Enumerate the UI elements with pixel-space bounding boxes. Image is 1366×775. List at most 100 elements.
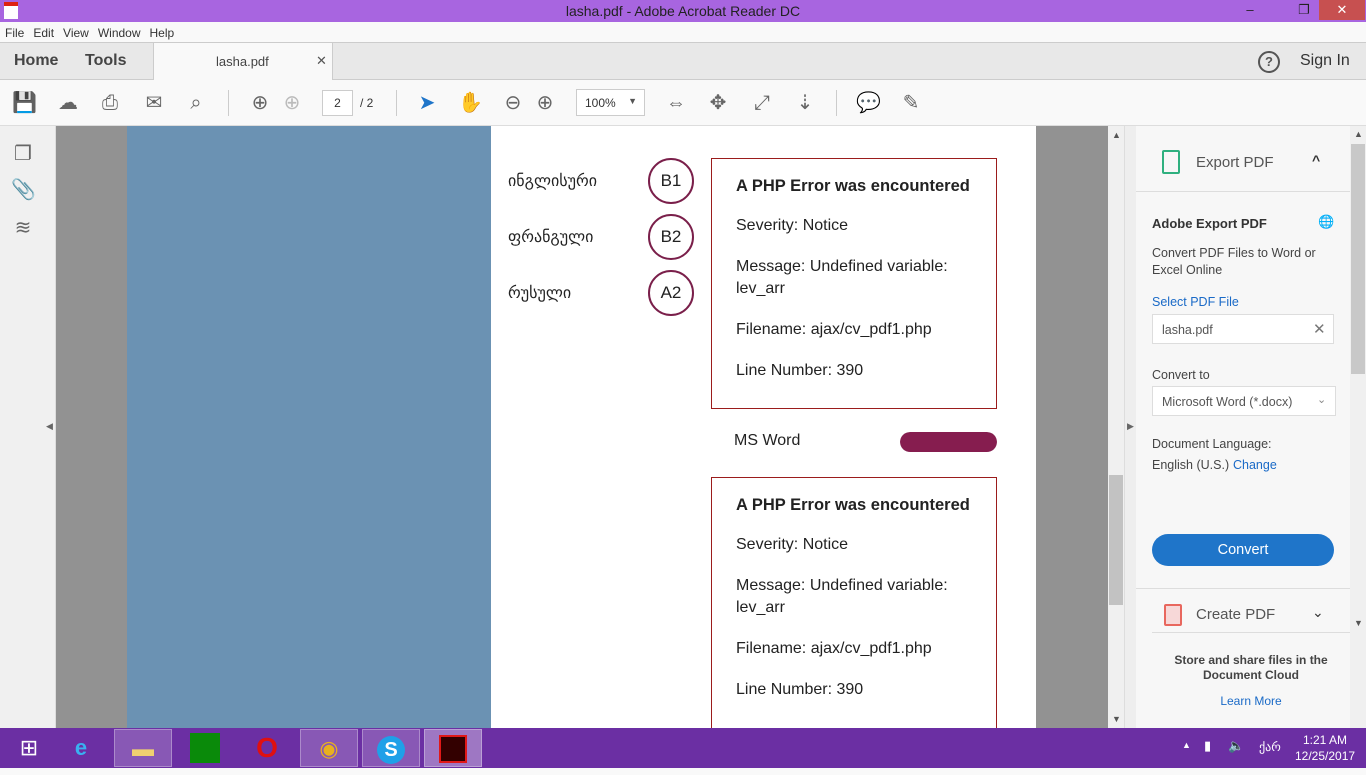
volume-icon[interactable]: 🔈 bbox=[1228, 738, 1244, 754]
opera-icon[interactable]: O bbox=[238, 729, 296, 767]
tab-tools[interactable]: Tools bbox=[85, 52, 126, 70]
change-language-link[interactable]: Change bbox=[1233, 458, 1277, 472]
fit-page-icon[interactable]: ⇔ bbox=[664, 91, 688, 115]
toolbar: 💾 ☁ ⎙ ✉ ⌕ ⊕ ⊕ 2 / 2 ➤ ✋ ⊖ ⊕ 100% ▼ ⇔ ✥ ⤢ … bbox=[0, 80, 1366, 126]
start-button-windows-icon[interactable]: ⊞ bbox=[0, 729, 58, 767]
learn-more-link[interactable]: Learn More bbox=[1160, 694, 1342, 708]
acrobat-taskbar-icon[interactable] bbox=[424, 729, 482, 767]
chevron-down-icon: ⌄ bbox=[1317, 394, 1327, 406]
select-pdf-file-link[interactable]: Select PDF File bbox=[1152, 295, 1239, 309]
clock-time[interactable]: 1:21 AM bbox=[1295, 733, 1355, 747]
attachments-icon[interactable]: 📎 bbox=[11, 178, 36, 202]
divider bbox=[1136, 191, 1350, 192]
document-language-value: English (U.S.) bbox=[1152, 458, 1230, 472]
scrollbar-thumb[interactable] bbox=[1109, 475, 1123, 605]
store-icon[interactable] bbox=[176, 729, 234, 767]
panel-scrollbar[interactable]: ▲ ▼ bbox=[1350, 126, 1366, 728]
error-severity: Severity: Notice bbox=[736, 217, 849, 234]
taskbar: ⊞ e ▬ O ◉ S ▲ ▮ 🔈 ქარ 1:21 AM 12/25/2017 bbox=[0, 728, 1366, 768]
full-screen-icon[interactable]: ⤢ bbox=[750, 91, 774, 115]
title-bar: lasha.pdf - Adobe Acrobat Reader DC – ❐ … bbox=[0, 0, 1366, 22]
cloud-upload-icon[interactable]: ☁ bbox=[56, 91, 80, 115]
divider bbox=[1152, 632, 1350, 633]
document-scrollbar[interactable]: ▲ ▼ bbox=[1108, 126, 1124, 728]
scroll-up-icon[interactable]: ▲ bbox=[1354, 129, 1363, 139]
clear-file-icon[interactable]: ✕ bbox=[1313, 320, 1326, 338]
menu-file[interactable]: File bbox=[0, 22, 28, 40]
create-pdf-title[interactable]: Create PDF bbox=[1196, 606, 1275, 623]
hand-tool-icon[interactable]: ✋ bbox=[458, 91, 483, 115]
page-total: / 2 bbox=[360, 96, 374, 110]
minimize-button[interactable]: – bbox=[1227, 0, 1273, 20]
menu-bar: File Edit View Window Help bbox=[0, 22, 1366, 43]
show-hidden-icons[interactable]: ▲ bbox=[1182, 740, 1191, 750]
internet-explorer-icon[interactable]: e bbox=[52, 729, 110, 767]
php-error-box: A PHP Error was encountered Severity: No… bbox=[711, 477, 997, 728]
battery-icon[interactable]: ▮ bbox=[1204, 738, 1211, 754]
help-icon[interactable]: ? bbox=[1258, 51, 1280, 73]
email-icon[interactable]: ✉ bbox=[142, 91, 166, 115]
tab-document[interactable]: lasha.pdf ✕ bbox=[153, 43, 333, 80]
input-language[interactable]: ქარ bbox=[1259, 740, 1281, 754]
collapse-right-pane-icon[interactable]: ▶ bbox=[1127, 421, 1134, 432]
create-pdf-icon bbox=[1164, 604, 1182, 626]
sidebar-column bbox=[127, 126, 491, 728]
zoom-select[interactable]: 100% ▼ bbox=[576, 89, 645, 116]
scroll-down-icon[interactable]: ▼ bbox=[1112, 714, 1121, 724]
skype-icon[interactable]: S bbox=[362, 729, 420, 767]
expand-left-pane-icon[interactable]: ◀ bbox=[46, 421, 53, 432]
sign-in-link[interactable]: Sign In bbox=[1300, 52, 1350, 70]
export-pdf-icon bbox=[1162, 150, 1180, 174]
scroll-mode-icon[interactable]: ⇣ bbox=[793, 91, 817, 115]
expand-section-icon[interactable]: ⌄ bbox=[1312, 604, 1324, 621]
chrome-icon[interactable]: ◉ bbox=[300, 729, 358, 767]
scrollbar-thumb[interactable] bbox=[1351, 144, 1365, 374]
error-message: Message: Undefined variable: lev_arr bbox=[736, 577, 948, 616]
menu-view[interactable]: View bbox=[58, 22, 93, 40]
page-number-input[interactable]: 2 bbox=[322, 90, 353, 116]
convert-button[interactable]: Convert bbox=[1152, 534, 1334, 566]
print-icon[interactable]: ⎙ bbox=[98, 91, 122, 115]
tab-home[interactable]: Home bbox=[14, 52, 58, 70]
highlight-icon[interactable]: ✎ bbox=[899, 91, 923, 115]
close-window-button[interactable]: ✕ bbox=[1319, 0, 1365, 20]
zoom-out-icon[interactable]: ⊖ bbox=[501, 91, 525, 115]
collapse-section-icon[interactable]: ^ bbox=[1312, 152, 1320, 168]
php-error-box: A PHP Error was encountered Severity: No… bbox=[711, 158, 997, 409]
next-page-icon[interactable]: ⊕ bbox=[280, 91, 304, 115]
clock-date[interactable]: 12/25/2017 bbox=[1295, 749, 1355, 763]
export-heading: Adobe Export PDF bbox=[1152, 216, 1267, 231]
menu-edit[interactable]: Edit bbox=[28, 22, 58, 40]
skill-label: MS Word bbox=[734, 432, 801, 449]
menu-help[interactable]: Help bbox=[145, 22, 179, 40]
menu-window[interactable]: Window bbox=[93, 22, 145, 40]
select-tool-icon[interactable]: ➤ bbox=[415, 91, 439, 115]
page-thumbnails-icon[interactable]: ❐ bbox=[11, 142, 35, 166]
window-title: lasha.pdf - Adobe Acrobat Reader DC bbox=[565, 3, 801, 19]
zoom-in-icon[interactable]: ⊕ bbox=[533, 91, 557, 115]
layers-icon[interactable]: ≋ bbox=[11, 216, 35, 240]
error-line: Line Number: 390 bbox=[736, 681, 864, 698]
tab-document-label: lasha.pdf bbox=[216, 54, 269, 69]
fit-width-icon[interactable]: ✥ bbox=[706, 91, 730, 115]
close-tab-icon[interactable]: ✕ bbox=[316, 53, 327, 69]
scroll-down-icon[interactable]: ▼ bbox=[1354, 618, 1363, 628]
export-pdf-title[interactable]: Export PDF bbox=[1196, 154, 1274, 171]
error-severity: Severity: Notice bbox=[736, 536, 849, 553]
error-line: Line Number: 390 bbox=[736, 362, 864, 379]
skill-level-bar bbox=[900, 432, 997, 452]
convert-format-select[interactable]: Microsoft Word (*.docx) ⌄ bbox=[1152, 386, 1336, 416]
chevron-down-icon: ▼ bbox=[628, 96, 637, 106]
save-icon[interactable]: 💾 bbox=[12, 91, 37, 115]
search-icon[interactable]: ⌕ bbox=[184, 91, 208, 115]
selected-file-field[interactable]: lasha.pdf ✕ bbox=[1152, 314, 1334, 344]
collapse-right-pane[interactable]: ▶ bbox=[1124, 126, 1136, 728]
file-explorer-icon[interactable]: ▬ bbox=[114, 729, 172, 767]
language-level-badge: B2 bbox=[648, 214, 694, 260]
document-language-label: Document Language: bbox=[1152, 437, 1272, 451]
previous-page-icon[interactable]: ⊕ bbox=[248, 91, 272, 115]
scroll-up-icon[interactable]: ▲ bbox=[1112, 130, 1121, 140]
separator bbox=[836, 90, 837, 116]
comment-icon[interactable]: 💬 bbox=[856, 91, 881, 115]
skill-level-fill bbox=[900, 432, 997, 452]
